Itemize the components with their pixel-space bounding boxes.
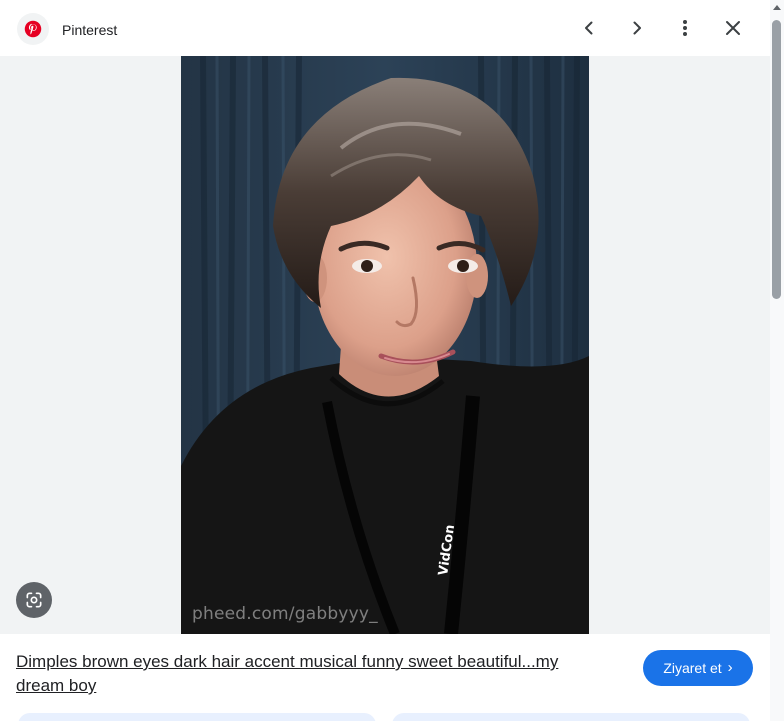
scroll-up-arrow-icon[interactable] bbox=[773, 5, 781, 10]
visit-button-label: Ziyaret et bbox=[663, 660, 722, 676]
preview-image[interactable]: VidCon pheed.com/gabbyyy_ bbox=[181, 56, 589, 634]
chevron-right-icon: › bbox=[727, 659, 733, 676]
lens-search-icon bbox=[26, 592, 42, 608]
image-viewer: VidCon pheed.com/gabbyyy_ bbox=[0, 56, 770, 634]
previous-button[interactable] bbox=[571, 10, 607, 46]
related-chip[interactable] bbox=[18, 713, 376, 721]
related-chip[interactable] bbox=[392, 713, 750, 721]
close-button[interactable] bbox=[715, 10, 751, 46]
more-vert-icon bbox=[683, 20, 687, 36]
more-options-button[interactable] bbox=[667, 10, 703, 46]
image-watermark: pheed.com/gabbyyy_ bbox=[192, 604, 378, 624]
scrollbar[interactable] bbox=[770, 0, 784, 721]
chevron-left-icon bbox=[585, 21, 593, 35]
preview-header: Pinterest bbox=[0, 0, 770, 56]
image-preview-panel: Pinterest VidCon pheed.com/gabbyyy_ Dimp… bbox=[0, 0, 770, 721]
close-icon bbox=[726, 21, 740, 35]
scrollbar-thumb[interactable] bbox=[772, 20, 781, 299]
result-title-link[interactable]: Dimples brown eyes dark hair accent musi… bbox=[16, 650, 606, 698]
pinterest-logo-icon[interactable] bbox=[17, 13, 49, 45]
visit-button[interactable]: Ziyaret et › bbox=[643, 650, 753, 686]
lens-search-button[interactable] bbox=[16, 582, 52, 618]
next-button[interactable] bbox=[619, 10, 655, 46]
source-name[interactable]: Pinterest bbox=[62, 22, 117, 38]
chevron-right-icon bbox=[633, 21, 641, 35]
